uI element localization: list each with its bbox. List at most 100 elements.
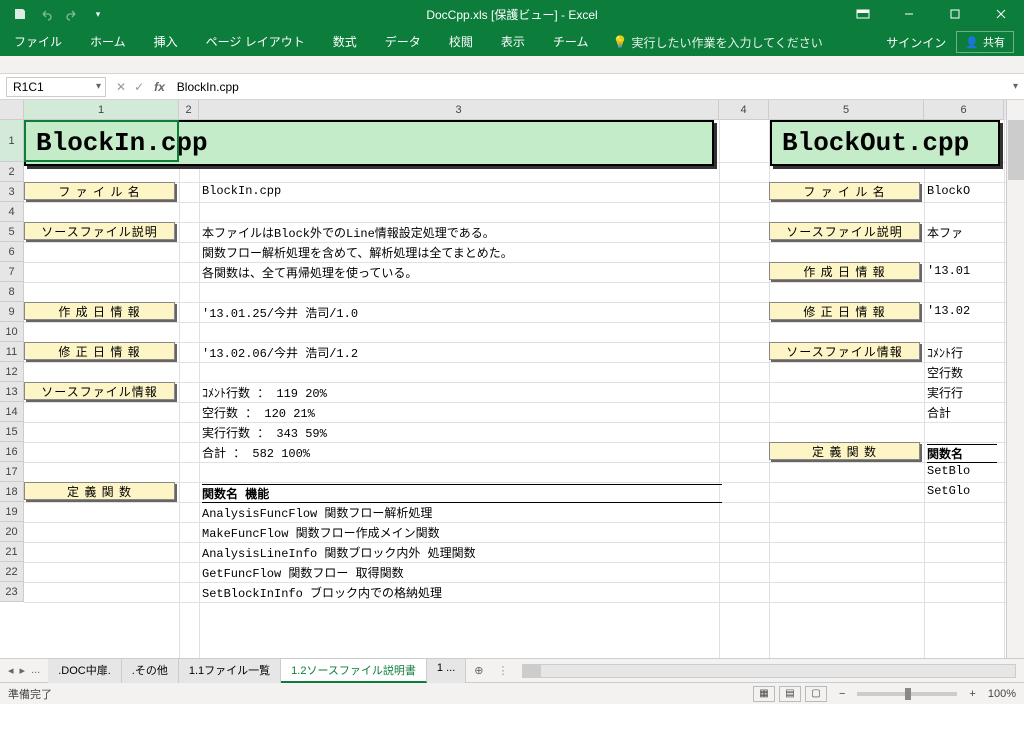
- maximize-button[interactable]: [932, 0, 978, 28]
- row-header[interactable]: 12: [0, 362, 24, 382]
- minimize-button[interactable]: [886, 0, 932, 28]
- tab-file[interactable]: ファイル: [0, 28, 76, 56]
- tab-home[interactable]: ホーム: [76, 28, 140, 56]
- cell[interactable]: 関数名 機能: [202, 484, 722, 503]
- row-header[interactable]: 8: [0, 282, 24, 302]
- tell-me-search[interactable]: 💡 実行したい作業を入力してください: [612, 34, 822, 51]
- cell[interactable]: 関数フロー解析処理を含めて、解析処理は全てまとめた。: [202, 244, 513, 261]
- row-header[interactable]: 13: [0, 382, 24, 402]
- document-title-cell[interactable]: BlockIn.cpp: [24, 120, 714, 166]
- row-header[interactable]: 11: [0, 342, 24, 362]
- fx-icon[interactable]: fx: [154, 80, 165, 94]
- cell[interactable]: 関数名: [927, 444, 997, 463]
- sheet-tab[interactable]: 1 ...: [427, 659, 466, 683]
- formula-input[interactable]: [173, 80, 1007, 94]
- section-label[interactable]: ソースファイル説明: [24, 222, 175, 240]
- col-header[interactable]: 6: [924, 100, 1004, 120]
- tab-formulas[interactable]: 数式: [319, 28, 371, 56]
- row-header[interactable]: 17: [0, 462, 24, 482]
- section-label[interactable]: 定 義 関 数: [769, 442, 920, 460]
- row-header[interactable]: 21: [0, 542, 24, 562]
- sheet-tab[interactable]: .その他: [122, 659, 179, 683]
- cell[interactable]: 空行数 ： 120 21%: [202, 404, 315, 421]
- cells-area[interactable]: BlockIn.cppBlockOut.cppフ ァ イ ル 名ソースファイル説…: [24, 120, 1006, 658]
- cell[interactable]: 本ファ: [927, 224, 963, 241]
- cell[interactable]: SetGlo: [927, 484, 970, 498]
- cell[interactable]: ｺﾒﾝﾄ行: [927, 344, 963, 361]
- cell[interactable]: 空行数: [927, 364, 963, 381]
- row-header[interactable]: 16: [0, 442, 24, 462]
- row-header[interactable]: 18: [0, 482, 24, 502]
- row-header[interactable]: 6: [0, 242, 24, 262]
- save-button[interactable]: [8, 3, 32, 25]
- cell[interactable]: '13.02.06/今井 浩司/1.2: [202, 344, 358, 361]
- cell[interactable]: BlockIn.cpp: [202, 184, 281, 198]
- section-label[interactable]: 作 成 日 情 報: [24, 302, 175, 320]
- tab-layout[interactable]: ページ レイアウト: [192, 28, 319, 56]
- share-button[interactable]: 👤 共有: [956, 31, 1014, 53]
- row-header[interactable]: 10: [0, 322, 24, 342]
- section-label[interactable]: 定 義 関 数: [24, 482, 175, 500]
- tab-team[interactable]: チーム: [539, 28, 603, 56]
- ribbon-display-button[interactable]: [840, 0, 886, 28]
- col-header[interactable]: 5: [769, 100, 924, 120]
- name-box[interactable]: R1C1 ▾: [6, 77, 106, 97]
- section-label[interactable]: 修 正 日 情 報: [769, 302, 920, 320]
- zoom-slider[interactable]: [857, 692, 957, 696]
- vertical-scrollbar[interactable]: [1006, 100, 1024, 658]
- row-header[interactable]: 14: [0, 402, 24, 422]
- col-header[interactable]: 4: [719, 100, 769, 120]
- nav-dots[interactable]: ...: [31, 664, 40, 677]
- view-normal-button[interactable]: ▦: [753, 686, 775, 702]
- add-sheet-button[interactable]: ⊕: [466, 664, 491, 677]
- enter-icon[interactable]: ✓: [134, 80, 144, 94]
- cell[interactable]: MakeFuncFlow 関数フロー作成メイン関数: [202, 524, 440, 541]
- section-label[interactable]: ソースファイル情報: [24, 382, 175, 400]
- close-button[interactable]: [978, 0, 1024, 28]
- cancel-icon[interactable]: ✕: [116, 80, 126, 94]
- section-label[interactable]: 作 成 日 情 報: [769, 262, 920, 280]
- select-all-corner[interactable]: [0, 100, 24, 120]
- row-header[interactable]: 4: [0, 202, 24, 222]
- horizontal-scrollbar[interactable]: [522, 664, 1016, 678]
- cell[interactable]: GetFuncFlow 関数フロー 取得関数: [202, 564, 404, 581]
- vertical-scrollbar-thumb[interactable]: [1008, 120, 1024, 180]
- formula-expand-icon[interactable]: ▾: [1007, 81, 1024, 92]
- row-header[interactable]: 23: [0, 582, 24, 602]
- sheet-tab[interactable]: 1.1ファイル一覧: [179, 659, 281, 683]
- tab-view[interactable]: 表示: [487, 28, 539, 56]
- row-header[interactable]: 3: [0, 182, 24, 202]
- cell[interactable]: AnalysisLineInfo 関数ブロック内外 処理関数: [202, 544, 476, 561]
- document-title-cell[interactable]: BlockOut.cpp: [770, 120, 1000, 166]
- zoom-slider-thumb[interactable]: [905, 688, 911, 700]
- zoom-out-button[interactable]: −: [839, 688, 845, 700]
- undo-button[interactable]: [34, 3, 58, 25]
- nav-first-icon[interactable]: ◂: [8, 664, 14, 677]
- tab-data[interactable]: データ: [371, 28, 435, 56]
- section-label[interactable]: ソースファイル情報: [769, 342, 920, 360]
- cell[interactable]: SetBlo: [927, 464, 970, 478]
- cell[interactable]: SetBlockInInfo ブロック内での格納処理: [202, 584, 442, 601]
- cell[interactable]: 本ファイルはBlock外でのLine情報設定処理である。: [202, 224, 495, 241]
- sheet-tab[interactable]: 1.2ソースファイル説明書: [281, 659, 427, 683]
- redo-button[interactable]: [60, 3, 84, 25]
- view-page-layout-button[interactable]: ▤: [779, 686, 801, 702]
- row-header[interactable]: 2: [0, 162, 24, 182]
- chevron-down-icon[interactable]: ▾: [96, 81, 105, 92]
- cell[interactable]: 合計 ： 582 100%: [202, 444, 310, 461]
- row-header[interactable]: 15: [0, 422, 24, 442]
- cell[interactable]: '13.01: [927, 264, 970, 278]
- view-page-break-button[interactable]: ▢: [805, 686, 827, 702]
- row-header[interactable]: 7: [0, 262, 24, 282]
- sheet-tab[interactable]: .DOC中扉.: [48, 659, 122, 683]
- section-label[interactable]: フ ァ イ ル 名: [769, 182, 920, 200]
- section-label[interactable]: ソースファイル説明: [769, 222, 920, 240]
- row-header[interactable]: 5: [0, 222, 24, 242]
- cell[interactable]: ｺﾒﾝﾄ行数 ： 119 20%: [202, 384, 327, 401]
- spreadsheet-grid[interactable]: 123456 123456789101112131415161718192021…: [0, 100, 1024, 658]
- col-header[interactable]: 1: [24, 100, 179, 120]
- tab-insert[interactable]: 挿入: [140, 28, 192, 56]
- cell[interactable]: 実行行: [927, 384, 963, 401]
- row-header[interactable]: 20: [0, 522, 24, 542]
- section-label[interactable]: 修 正 日 情 報: [24, 342, 175, 360]
